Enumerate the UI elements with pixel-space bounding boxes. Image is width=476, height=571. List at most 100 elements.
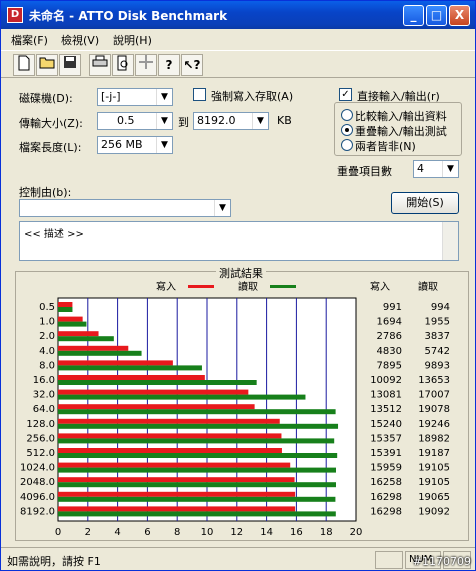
- y-tick-label: 1024.0: [20, 463, 55, 474]
- table-header-read: 讀取: [418, 280, 438, 293]
- chevron-down-icon[interactable]: ▼: [214, 200, 230, 216]
- start-button[interactable]: 開始(S): [391, 192, 459, 214]
- write-bar: [58, 491, 296, 497]
- results-group: 測試結果 寫入 讀取 寫入 讀取 0 2 4 6 8 10 12 14 16 18 20 傳輸速率 - MB …: [15, 265, 469, 552]
- chevron-down-icon[interactable]: ▼: [156, 113, 172, 129]
- read-bar: [58, 380, 257, 385]
- chevron-down-icon[interactable]: ▼: [156, 89, 172, 105]
- new-file-icon[interactable]: [13, 54, 35, 76]
- close-button[interactable]: X: [449, 5, 470, 26]
- read-value: 19078: [418, 404, 450, 415]
- print-preview-icon[interactable]: [112, 54, 134, 76]
- controlled-by-label: 控制由(b):: [19, 186, 72, 199]
- x-tick-label: 2: [85, 527, 91, 538]
- write-bar: [58, 331, 99, 337]
- io-neither-radio[interactable]: [341, 139, 353, 151]
- y-tick-label: 2048.0: [20, 477, 55, 488]
- legend-read-swatch: [270, 285, 296, 288]
- y-tick-label: 64.0: [33, 404, 55, 415]
- write-value: 15240: [370, 419, 402, 430]
- x-tick-label: 20: [350, 527, 363, 538]
- legend-read-label: 讀取: [238, 280, 258, 293]
- file-length-label: 檔案長度(L):: [19, 141, 82, 154]
- drive-label: 磁碟機(D):: [19, 92, 73, 105]
- status-help-text: 如需說明，請按 F1: [7, 555, 101, 568]
- to-label: 到: [178, 116, 189, 129]
- unit-label: KB: [277, 114, 292, 127]
- file-length-select[interactable]: 256 MB ▼: [97, 136, 173, 154]
- help-icon[interactable]: ?: [158, 54, 180, 76]
- title-bar[interactable]: D 未命名 - ATTO Disk Benchmark _ □ X: [1, 1, 475, 29]
- legend-write-swatch: [188, 285, 214, 288]
- description-textarea[interactable]: << 描述 >>: [19, 221, 459, 261]
- io-compare-label: 比較輸入/輸出資料: [355, 110, 447, 123]
- direct-io-checkbox[interactable]: ✓: [339, 88, 352, 101]
- x-tick-label: 10: [201, 527, 214, 538]
- y-tick-label: 256.0: [26, 433, 55, 444]
- context-help-icon[interactable]: ↖?: [181, 54, 203, 76]
- transfer-size-from-select[interactable]: 0.5 ▼: [97, 112, 173, 130]
- write-bar: [58, 345, 129, 351]
- legend-write-label: 寫入: [156, 280, 176, 293]
- toolbar: ? ↖?: [1, 50, 475, 78]
- y-tick-label: 32.0: [33, 390, 55, 401]
- write-bar: [58, 477, 295, 483]
- write-bar: [58, 389, 249, 395]
- x-tick-label: 18: [320, 527, 333, 538]
- app-window: D 未命名 - ATTO Disk Benchmark _ □ X 檔案(F) …: [0, 0, 476, 571]
- write-bar: [58, 360, 173, 366]
- drive-select[interactable]: [-j-] ▼: [97, 88, 173, 106]
- description-text: << 描述 >>: [24, 229, 84, 240]
- y-tick-label: 8192.0: [20, 506, 55, 517]
- results-title: 測試結果: [216, 265, 266, 281]
- y-tick-label: 128.0: [26, 419, 55, 430]
- read-value: 19105: [418, 463, 450, 474]
- move-icon[interactable]: [135, 54, 157, 76]
- description-scrollbar[interactable]: [442, 222, 458, 260]
- x-tick-label: 8: [174, 527, 180, 538]
- read-value: 994: [431, 302, 450, 313]
- y-tick-label: 16.0: [33, 375, 55, 386]
- x-tick-label: 12: [230, 527, 243, 538]
- write-value: 16258: [370, 477, 402, 488]
- app-icon[interactable]: D: [7, 7, 23, 23]
- force-write-checkbox[interactable]: [193, 88, 206, 101]
- y-tick-label: 0.5: [39, 302, 55, 313]
- write-value: 15391: [370, 448, 402, 459]
- menu-help[interactable]: 說明(H): [113, 32, 152, 48]
- io-overlap-radio[interactable]: [341, 124, 353, 136]
- transfer-size-to-value: 8192.0: [197, 114, 236, 127]
- read-bar: [58, 394, 306, 400]
- read-value: 18982: [418, 433, 450, 444]
- start-button-label: 開始(S): [406, 196, 444, 209]
- queue-depth-select[interactable]: 4 ▼: [413, 160, 459, 178]
- chevron-down-icon[interactable]: ▼: [156, 137, 172, 153]
- chevron-down-icon[interactable]: ▼: [442, 161, 458, 177]
- menu-file[interactable]: 檔案(F): [11, 32, 48, 48]
- write-bar: [58, 506, 296, 512]
- maximize-button[interactable]: □: [426, 5, 447, 26]
- chevron-down-icon[interactable]: ▼: [252, 113, 268, 129]
- x-tick-label: 4: [114, 527, 120, 538]
- minimize-button[interactable]: _: [403, 5, 424, 26]
- y-tick-label: 1.0: [39, 317, 55, 328]
- io-compare-radio[interactable]: [341, 109, 353, 121]
- read-bar: [58, 409, 336, 415]
- read-bar: [58, 482, 336, 488]
- controlled-by-select[interactable]: ▼: [19, 199, 231, 217]
- save-icon[interactable]: [59, 54, 81, 76]
- transfer-size-to-select[interactable]: 8192.0 ▼: [193, 112, 269, 130]
- print-icon[interactable]: [89, 54, 111, 76]
- status-panel-empty: [375, 551, 403, 569]
- write-value: 2786: [377, 331, 402, 342]
- menu-bar: 檔案(F) 檢視(V) 說明(H): [1, 29, 475, 49]
- read-bar: [58, 307, 73, 312]
- read-bar: [58, 467, 336, 473]
- write-value: 13081: [370, 390, 402, 401]
- open-folder-icon[interactable]: [36, 54, 58, 76]
- y-tick-label: 2.0: [39, 331, 55, 342]
- file-length-value: 256 MB: [101, 138, 143, 151]
- menu-view[interactable]: 檢視(V): [61, 32, 99, 48]
- io-options-group: 比較輸入/輸出資料 重疊輸入/輸出測試 兩者皆非(N): [334, 102, 462, 156]
- queue-depth-label: 重疊項目數: [337, 165, 392, 178]
